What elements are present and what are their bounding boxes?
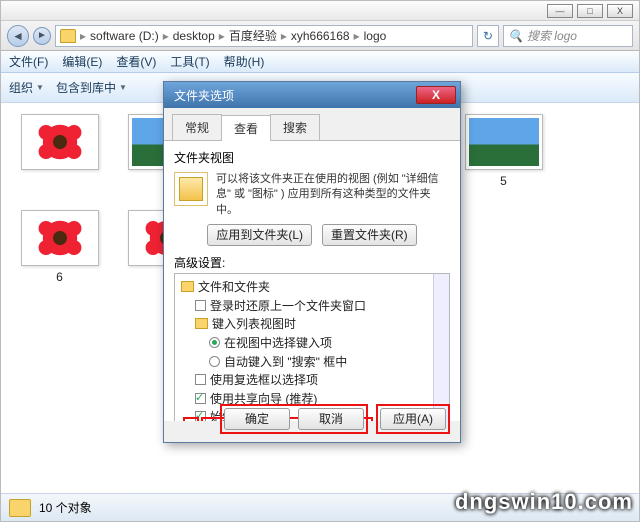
search-input[interactable]: 🔍 搜索 logo bbox=[503, 25, 633, 47]
folderview-label: 文件夹视图 bbox=[174, 149, 234, 166]
watermark: dngswin10.com bbox=[455, 489, 633, 515]
nav-forward-button[interactable]: ► bbox=[33, 27, 51, 45]
advanced-tree[interactable]: 文件和文件夹 登录时还原上一个文件夹窗口 键入列表视图时 在视图中选择键入项 自… bbox=[174, 273, 450, 421]
radio[interactable] bbox=[209, 356, 220, 367]
folder-icon bbox=[181, 281, 194, 292]
chevron-right-icon: ▸ bbox=[352, 29, 362, 43]
checkbox[interactable] bbox=[195, 393, 206, 404]
crumb-logo[interactable]: logo bbox=[364, 29, 387, 43]
annotation-box: 应用(A) bbox=[376, 404, 450, 434]
status-count: 10 个对象 bbox=[39, 499, 92, 516]
dialog-body: 文件夹视图 可以将该文件夹正在使用的视图 (例如 "详细信息" 或 "图标" )… bbox=[164, 141, 460, 421]
tab-general[interactable]: 常规 bbox=[172, 114, 222, 140]
annotation-box: 确定 取消 bbox=[220, 404, 368, 434]
chevron-right-icon: ▸ bbox=[217, 29, 227, 43]
close-button[interactable]: X bbox=[607, 4, 633, 18]
dialog-title: 文件夹选项 bbox=[174, 87, 234, 104]
chevron-right-icon: ▸ bbox=[161, 29, 171, 43]
chevron-right-icon: ▸ bbox=[279, 29, 289, 43]
tab-search[interactable]: 搜索 bbox=[270, 114, 320, 140]
include-library-menu[interactable]: 包含到库中▼ bbox=[56, 79, 127, 96]
crumb-desktop[interactable]: desktop bbox=[173, 29, 215, 43]
organize-menu[interactable]: 组织▼ bbox=[9, 79, 44, 96]
dialog-tabs: 常规 查看 搜索 bbox=[164, 108, 460, 141]
checkbox[interactable] bbox=[195, 300, 206, 311]
nav-back-button[interactable]: ◄ bbox=[7, 25, 29, 47]
folder-icon bbox=[195, 318, 208, 329]
folder-icon bbox=[60, 29, 76, 43]
apply-button[interactable]: 应用(A) bbox=[380, 408, 446, 430]
maximize-button[interactable]: □ bbox=[577, 4, 603, 18]
crumb-baidu[interactable]: 百度经验 bbox=[229, 27, 277, 44]
chevron-down-icon: ▼ bbox=[36, 83, 44, 92]
folder-icon bbox=[9, 499, 31, 517]
minimize-button[interactable]: — bbox=[547, 4, 573, 18]
radio[interactable] bbox=[209, 337, 220, 348]
checkbox[interactable] bbox=[195, 374, 206, 385]
folderview-desc: 可以将该文件夹正在使用的视图 (例如 "详细信息" 或 "图标" ) 应用到所有… bbox=[216, 172, 450, 218]
menu-file[interactable]: 文件(F) bbox=[9, 53, 48, 70]
crumb-software[interactable]: software (D:) bbox=[90, 29, 159, 43]
folder-options-dialog: 文件夹选项 X 常规 查看 搜索 文件夹视图 可以将该文件夹正在使用的视图 (例… bbox=[163, 81, 461, 443]
chevron-right-icon: ▸ bbox=[78, 29, 88, 43]
menu-view[interactable]: 查看(V) bbox=[116, 53, 156, 70]
ok-button[interactable]: 确定 bbox=[224, 408, 290, 430]
menu-help[interactable]: 帮助(H) bbox=[224, 53, 265, 70]
tab-view[interactable]: 查看 bbox=[221, 115, 271, 141]
refresh-button[interactable]: ↻ bbox=[477, 25, 499, 47]
folderview-icon bbox=[174, 172, 208, 206]
search-icon: 🔍 bbox=[508, 29, 523, 43]
apply-to-folders-button[interactable]: 应用到文件夹(L) bbox=[207, 224, 312, 246]
chevron-down-icon: ▼ bbox=[119, 83, 127, 92]
file-item[interactable]: 6 bbox=[17, 210, 102, 284]
search-placeholder: 搜索 logo bbox=[527, 27, 577, 44]
crumb-xyh[interactable]: xyh666168 bbox=[291, 29, 350, 43]
breadcrumb[interactable]: ▸ software (D:) ▸ desktop ▸ 百度经验 ▸ xyh66… bbox=[55, 25, 473, 47]
cancel-button[interactable]: 取消 bbox=[298, 408, 364, 430]
menu-edit[interactable]: 编辑(E) bbox=[62, 53, 102, 70]
dialog-footer: 确定 取消 应用(A) bbox=[174, 404, 450, 434]
scrollbar[interactable] bbox=[433, 274, 449, 421]
file-item[interactable] bbox=[17, 114, 102, 188]
file-item[interactable]: 5 bbox=[461, 114, 546, 188]
dialog-close-button[interactable]: X bbox=[416, 86, 456, 104]
advanced-label: 高级设置: bbox=[174, 254, 450, 271]
menu-tools[interactable]: 工具(T) bbox=[170, 53, 209, 70]
reset-folders-button[interactable]: 重置文件夹(R) bbox=[322, 224, 417, 246]
dialog-titlebar[interactable]: 文件夹选项 X bbox=[164, 82, 460, 108]
menubar: 文件(F) 编辑(E) 查看(V) 工具(T) 帮助(H) bbox=[1, 51, 639, 73]
